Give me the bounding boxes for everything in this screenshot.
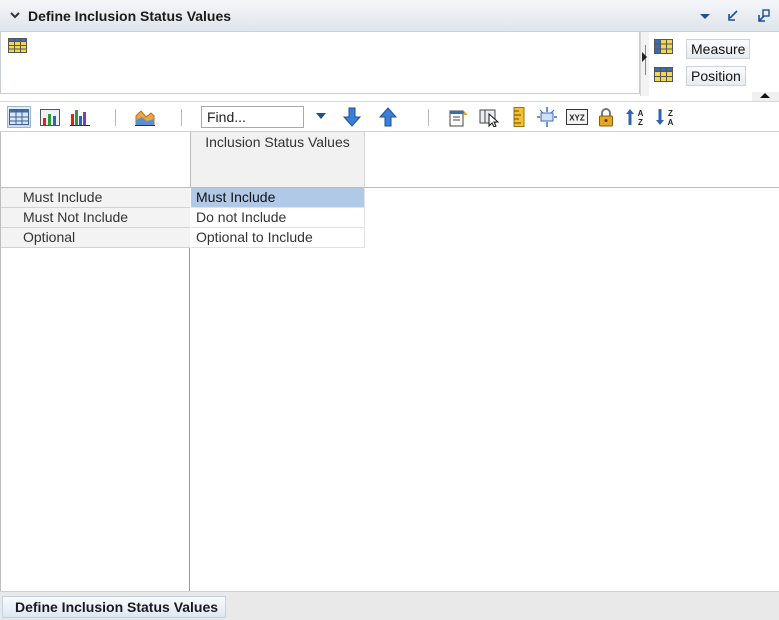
find-previous-icon <box>379 107 397 127</box>
bar-chart-button[interactable] <box>68 106 92 128</box>
chart-grid-button[interactable] <box>38 106 62 128</box>
lock-button[interactable] <box>594 106 618 128</box>
toolbar-separator <box>115 109 116 126</box>
collapse-chevron-icon[interactable] <box>9 9 21 21</box>
xyz-icon: XYZ <box>566 109 588 125</box>
spread-button[interactable] <box>535 106 559 128</box>
svg-text:Z: Z <box>668 109 673 118</box>
panel-title: Define Inclusion Status Values <box>28 8 232 24</box>
row-header-column: Must Include Must Not Include Optional <box>1 188 190 591</box>
grid-cell[interactable]: Must Include <box>191 188 365 208</box>
cursor-select-icon <box>479 109 499 127</box>
position-grid-icon <box>654 67 673 82</box>
bottom-tab-bar: Define Inclusion Status Values <box>0 591 779 620</box>
measure-tile[interactable]: Measure <box>686 39 751 59</box>
pivot-drop-area[interactable] <box>0 32 640 94</box>
grid-corner <box>1 132 190 188</box>
grid-view-button[interactable] <box>7 106 31 128</box>
row-header[interactable]: Must Include <box>1 188 190 208</box>
ruler-button[interactable] <box>507 106 531 128</box>
toolbar-separator <box>181 109 182 126</box>
grid-table-icon[interactable] <box>8 38 27 53</box>
cursor-select-button[interactable] <box>477 106 501 128</box>
chart-grid-icon <box>40 108 60 126</box>
measure-grid-icon <box>654 39 673 54</box>
find-input[interactable] <box>201 106 304 128</box>
collapse-up-icon <box>760 93 770 98</box>
row-header[interactable]: Must Not Include <box>1 208 190 228</box>
area-chart-icon <box>135 110 155 126</box>
panel-header: Define Inclusion Status Values <box>0 0 779 32</box>
menu-dropdown-icon[interactable] <box>697 8 713 24</box>
area-chart-button[interactable] <box>133 106 157 128</box>
panel-splitter[interactable] <box>640 32 649 96</box>
view-tab[interactable]: Define Inclusion Status Values <box>2 596 227 618</box>
undock-icon[interactable] <box>756 8 772 24</box>
sort-descending-button[interactable]: Z A <box>654 106 678 128</box>
header-divider <box>365 187 779 188</box>
svg-text:A: A <box>668 118 674 127</box>
grid-cell[interactable]: Optional to Include <box>191 228 365 248</box>
find-options-dropdown[interactable] <box>316 113 326 119</box>
spread-icon <box>537 107 557 127</box>
sort-ascending-icon: A Z <box>626 109 644 127</box>
format-button[interactable] <box>447 106 471 128</box>
app-window: Define Inclusion Status Values Measure P… <box>0 0 779 620</box>
find-next-icon <box>343 107 361 127</box>
bar-chart-icon <box>70 110 90 126</box>
tile-area: Measure Position <box>650 32 779 94</box>
svg-text:XYZ: XYZ <box>569 114 585 123</box>
position-tile[interactable]: Position <box>686 66 746 86</box>
svg-text:Z: Z <box>638 118 643 127</box>
toolbar-separator <box>428 109 429 126</box>
ruler-icon <box>513 107 525 127</box>
data-grid: Inclusion Status Values Must Include Mus… <box>0 132 779 591</box>
xyz-button[interactable]: XYZ <box>565 106 589 128</box>
sort-descending-icon: Z A <box>656 109 674 127</box>
grid-cell[interactable]: Do not Include <box>191 208 365 228</box>
grid-view-icon <box>9 109 29 125</box>
svg-text:A: A <box>638 109 644 118</box>
view-configuration-area: Measure Position <box>0 32 779 101</box>
lock-icon <box>599 107 613 126</box>
collapse-up-button[interactable] <box>752 92 779 101</box>
row-header[interactable]: Optional <box>1 228 190 248</box>
format-icon <box>449 109 468 126</box>
minimize-icon[interactable] <box>725 8 741 24</box>
find-previous-button[interactable] <box>376 106 400 128</box>
find-next-button[interactable] <box>340 106 364 128</box>
toolbar: XYZ A Z Z A <box>0 101 779 132</box>
sort-ascending-button[interactable]: A Z <box>624 106 648 128</box>
column-header[interactable]: Inclusion Status Values <box>190 132 365 188</box>
expand-arrow-icon[interactable] <box>642 52 647 62</box>
